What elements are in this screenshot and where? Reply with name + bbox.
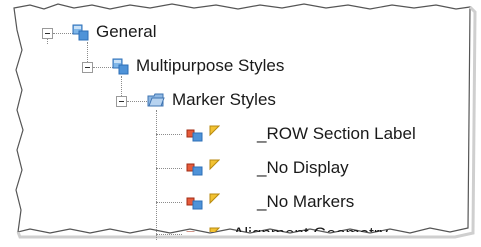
tree-item-alignment-geometry[interactable]: Alignment Geometry bbox=[0, 0, 481, 232]
tree-item-label: Alignment Geometry bbox=[233, 223, 388, 232]
marker-style-icon bbox=[186, 227, 220, 232]
tree-view-panel: General Multipurpose Styles Marker Style… bbox=[0, 0, 481, 247]
